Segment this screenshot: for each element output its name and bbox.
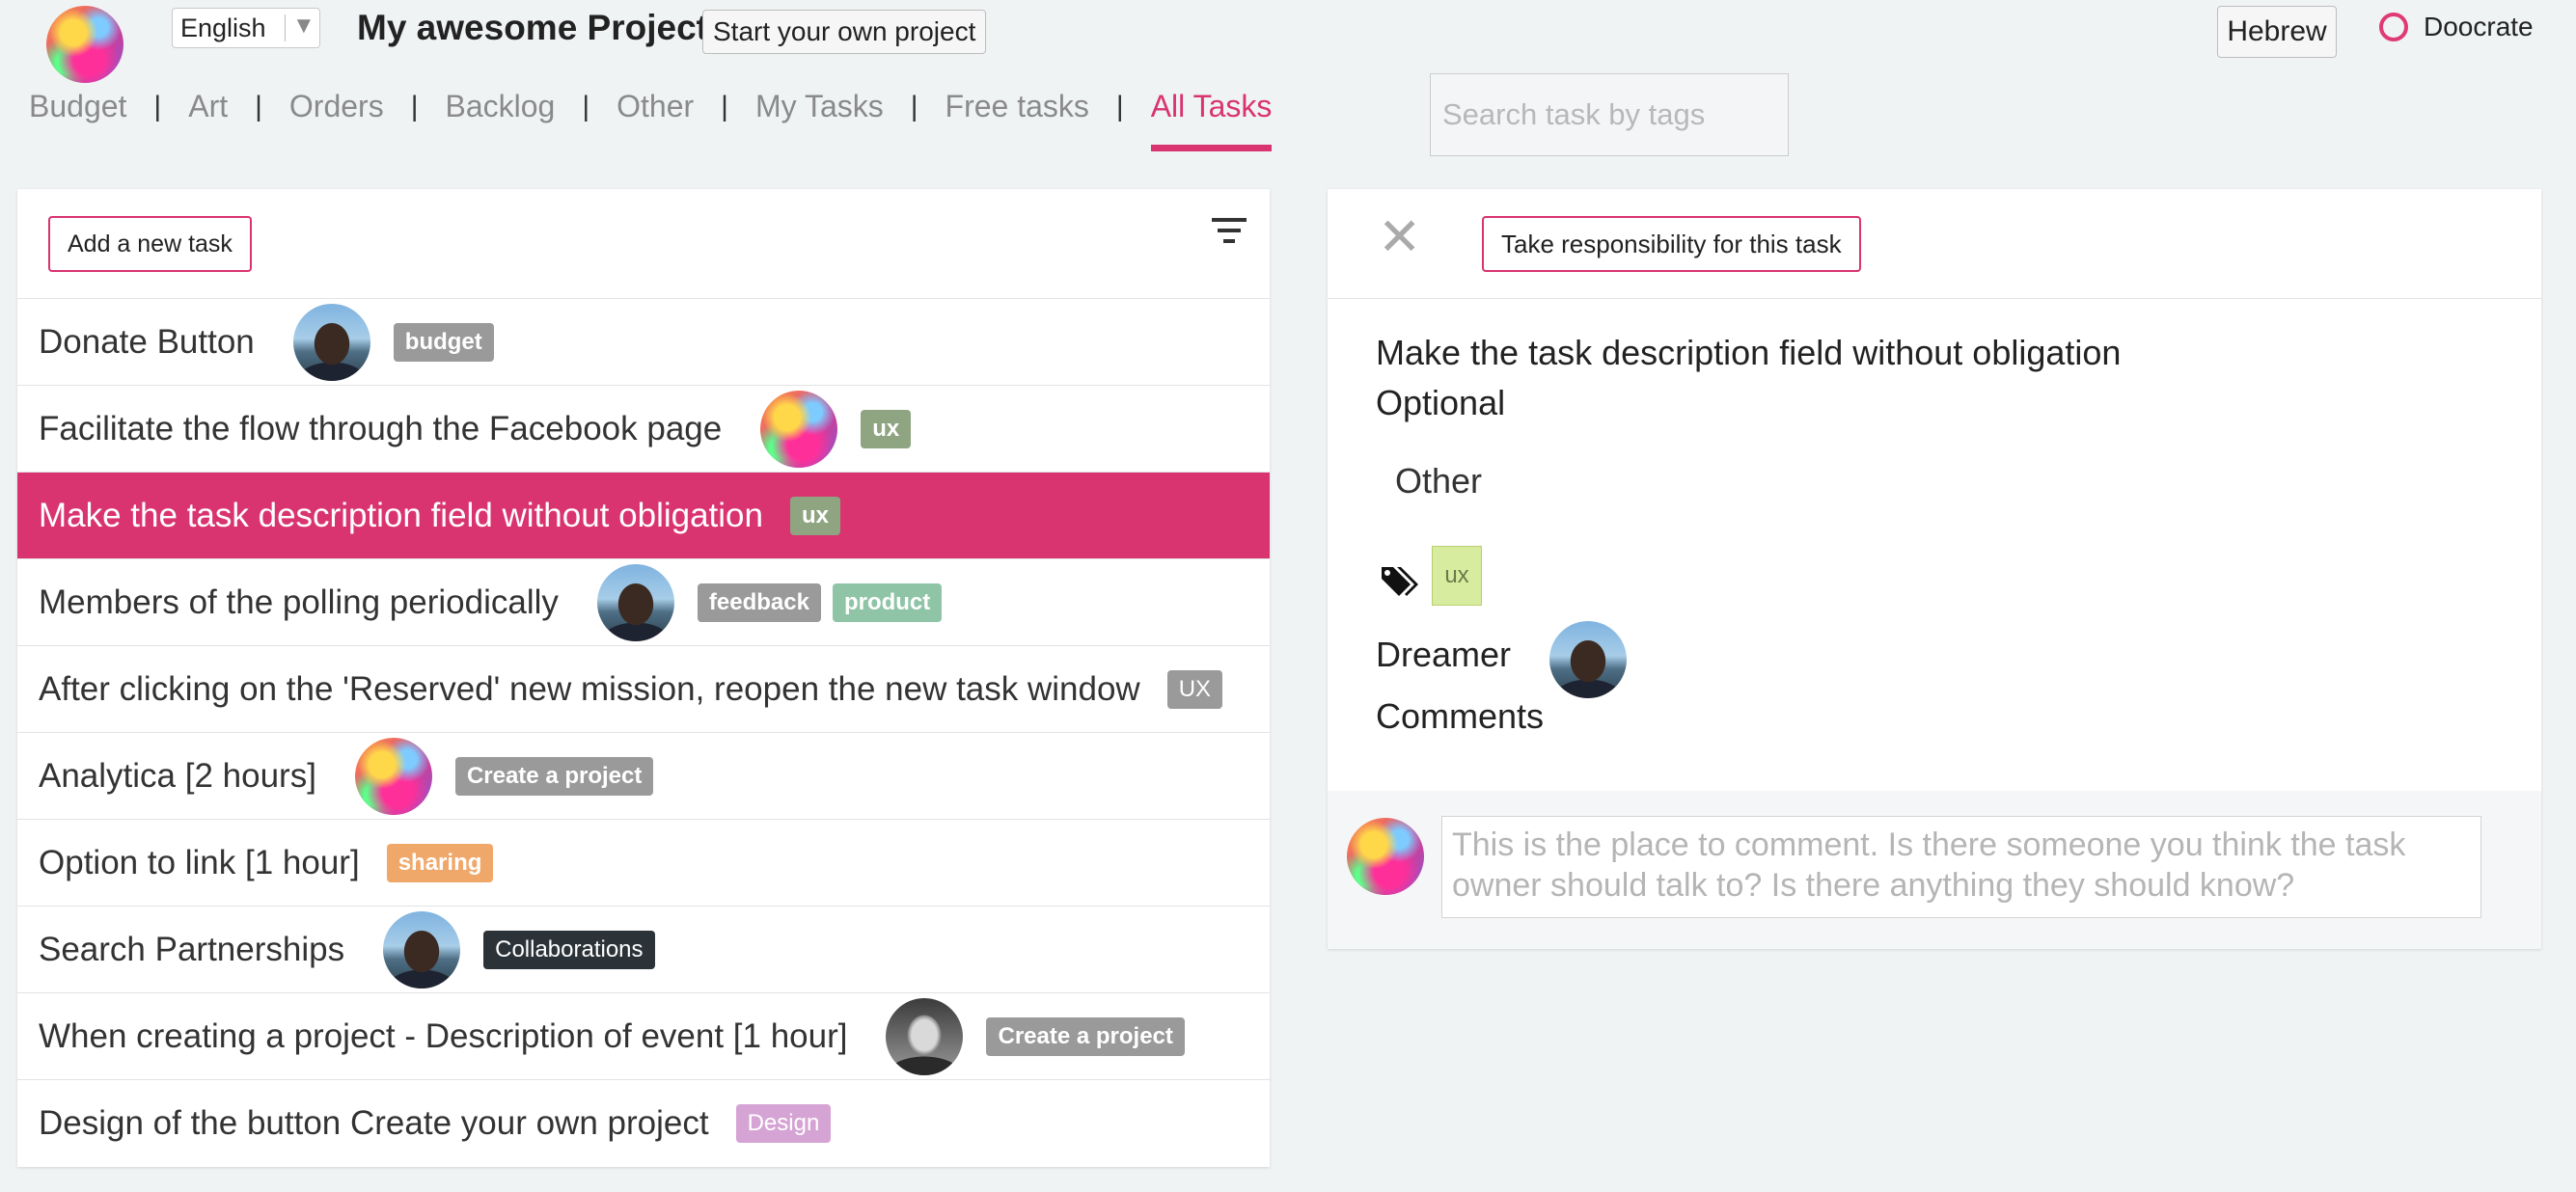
task-title: Design of the button Create your own pro…	[39, 1104, 709, 1142]
select-divider	[285, 14, 286, 41]
assignee-avatar	[760, 390, 838, 468]
dreamer-avatar	[1549, 621, 1627, 698]
task-tag: Design	[735, 1104, 832, 1143]
tab-backlog[interactable]: Backlog	[446, 89, 556, 124]
brand-logo[interactable]: Doocrate	[2379, 12, 2534, 42]
brand-name: Doocrate	[2424, 12, 2534, 41]
task-title: Analytica [2 hours]	[39, 756, 316, 795]
dreamer-label: Dreamer	[1376, 635, 1512, 674]
hebrew-language-button[interactable]: Hebrew	[2217, 6, 2337, 58]
tab-other[interactable]: Other	[617, 89, 694, 124]
task-row[interactable]: Search Partnerships Collaborations	[17, 907, 1270, 993]
tab-separator: |	[255, 90, 262, 122]
user-avatar[interactable]	[46, 6, 123, 83]
task-title: After clicking on the 'Reserved' new mis…	[39, 669, 1140, 708]
comment-composer	[1328, 791, 2541, 949]
task-title: Donate Button	[39, 322, 255, 361]
task-tag: ux	[861, 409, 912, 448]
task-title: Option to link [1 hour]	[39, 843, 360, 881]
task-row[interactable]: Members of the polling periodically feed…	[17, 559, 1270, 646]
tab-separator: |	[910, 90, 918, 122]
language-select[interactable]: English ▼	[172, 8, 320, 48]
task-row[interactable]: Design of the button Create your own pro…	[17, 1080, 1270, 1167]
take-responsibility-button[interactable]: Take responsibility for this task	[1482, 216, 1861, 272]
task-category: Other	[1395, 461, 1483, 501]
task-title: Members of the polling periodically	[39, 582, 559, 621]
tab-budget[interactable]: Budget	[29, 89, 126, 124]
project-title: My awesome Project	[357, 8, 708, 47]
tab-separator: |	[153, 90, 162, 122]
task-title: Make the task description field without …	[39, 496, 763, 534]
task-tag: ux	[789, 496, 840, 535]
task-row[interactable]: Option to link [1 hour] sharing	[17, 820, 1270, 907]
start-project-button[interactable]: Start your own project	[702, 10, 987, 54]
task-list-panel: Add a new task Donate Button budget Faci…	[17, 189, 1270, 1167]
tab-art[interactable]: Art	[188, 89, 228, 124]
chevron-down-icon: ▼	[292, 13, 315, 39]
task-tag: UX	[1166, 669, 1223, 709]
tab-separator: |	[410, 90, 419, 122]
assignee-avatar	[596, 563, 674, 641]
task-list-header: Add a new task	[17, 189, 1270, 299]
add-task-button[interactable]: Add a new task	[48, 216, 252, 272]
tab-free-tasks[interactable]: Free tasks	[945, 89, 1089, 124]
tab-all-tasks[interactable]: All Tasks	[1150, 89, 1272, 151]
task-row-selected[interactable]: Make the task description field without …	[17, 473, 1270, 559]
tab-orders[interactable]: Orders	[289, 89, 384, 124]
task-title: Search Partnerships	[39, 930, 345, 968]
task-tag: Create a project	[454, 756, 654, 796]
language-value: English	[180, 13, 266, 42]
task-title: Facilitate the flow through the Facebook…	[39, 409, 723, 447]
assignee-avatar	[354, 737, 432, 815]
detail-tag: ux	[1432, 546, 1482, 606]
task-row[interactable]: When creating a project - Description of…	[17, 993, 1270, 1080]
task-detail-panel: ✕ Take responsibility for this task Make…	[1328, 189, 2541, 949]
close-icon[interactable]: ✕	[1378, 206, 1421, 267]
commenter-avatar	[1347, 818, 1424, 895]
doocrate-logo-icon	[2379, 13, 2408, 41]
assignee-avatar	[886, 997, 964, 1075]
task-row[interactable]: After clicking on the 'Reserved' new mis…	[17, 646, 1270, 733]
task-detail-header: ✕ Take responsibility for this task	[1328, 189, 2541, 299]
assignee-avatar	[292, 303, 370, 381]
task-description: Make the task description field without …	[1376, 333, 2122, 422]
task-tag: Collaborations	[483, 930, 655, 969]
search-tags-input[interactable]	[1430, 73, 1789, 156]
tab-separator: |	[582, 90, 590, 122]
tab-my-tasks[interactable]: My Tasks	[755, 89, 884, 124]
comment-input[interactable]	[1441, 816, 2481, 918]
task-tag: budget	[393, 322, 494, 362]
task-row[interactable]: Analytica [2 hours] Create a project	[17, 733, 1270, 820]
tag-icon	[1382, 567, 1418, 596]
tab-separator: |	[1115, 90, 1124, 122]
filter-icon[interactable]	[1210, 214, 1248, 247]
task-tag: Create a project	[986, 1016, 1185, 1056]
tab-separator: |	[721, 90, 728, 122]
task-row[interactable]: Donate Button budget	[17, 299, 1270, 386]
task-tag: feedback	[697, 582, 821, 622]
task-row[interactable]: Facilitate the flow through the Facebook…	[17, 386, 1270, 473]
task-tag: product	[832, 582, 943, 622]
task-tag: sharing	[386, 843, 494, 882]
task-title: When creating a project - Description of…	[39, 1016, 848, 1055]
assignee-avatar	[383, 910, 461, 989]
comments-label: Comments	[1376, 696, 1545, 736]
category-tabs: Budget | Art | Orders | Backlog | Other …	[29, 89, 1272, 151]
